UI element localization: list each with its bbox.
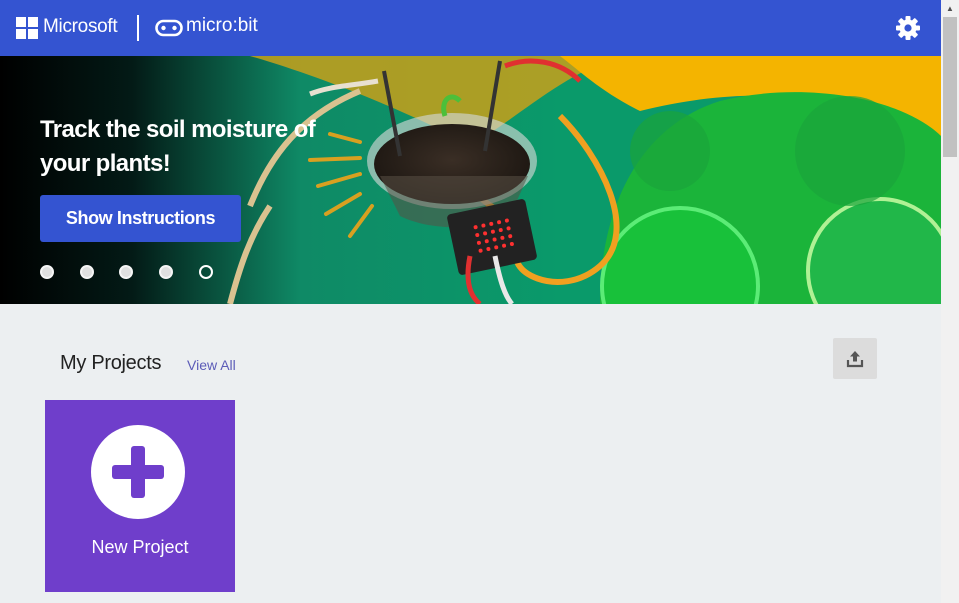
carousel-dot-5[interactable] xyxy=(199,265,213,279)
plus-icon xyxy=(112,446,164,498)
top-bar: Microsoft micro:bit xyxy=(0,0,941,56)
import-button[interactable] xyxy=(833,338,877,379)
carousel-dot-4[interactable] xyxy=(159,265,173,279)
header-divider xyxy=(137,15,139,41)
view-all-link[interactable]: View All xyxy=(187,357,236,373)
carousel-dot-1[interactable] xyxy=(40,265,54,279)
new-project-label: New Project xyxy=(91,537,189,557)
upload-icon xyxy=(846,351,864,368)
microbit-logo-icon[interactable] xyxy=(155,18,183,38)
plus-circle xyxy=(91,425,185,519)
show-instructions-button[interactable]: Show Instructions xyxy=(40,195,241,242)
product-name[interactable]: micro:bit xyxy=(186,15,258,37)
scroll-up-arrow-icon[interactable]: ▲ xyxy=(941,0,959,17)
gear-icon[interactable] xyxy=(895,15,921,41)
hero-banner: Track the soil moisture of your plants! … xyxy=(0,56,941,304)
scroll-thumb[interactable] xyxy=(943,17,957,157)
carousel-dot-3[interactable] xyxy=(119,265,133,279)
new-project-card[interactable]: New Project xyxy=(45,400,235,592)
microsoft-logo-icon[interactable] xyxy=(16,17,38,39)
my-projects-heading: My Projects xyxy=(60,352,162,374)
brand-name[interactable]: Microsoft xyxy=(43,16,118,38)
hero-title: Track the soil moisture of your plants! xyxy=(40,116,316,177)
carousel-dot-2[interactable] xyxy=(80,265,94,279)
page-scrollbar[interactable]: ▲ xyxy=(941,0,959,603)
